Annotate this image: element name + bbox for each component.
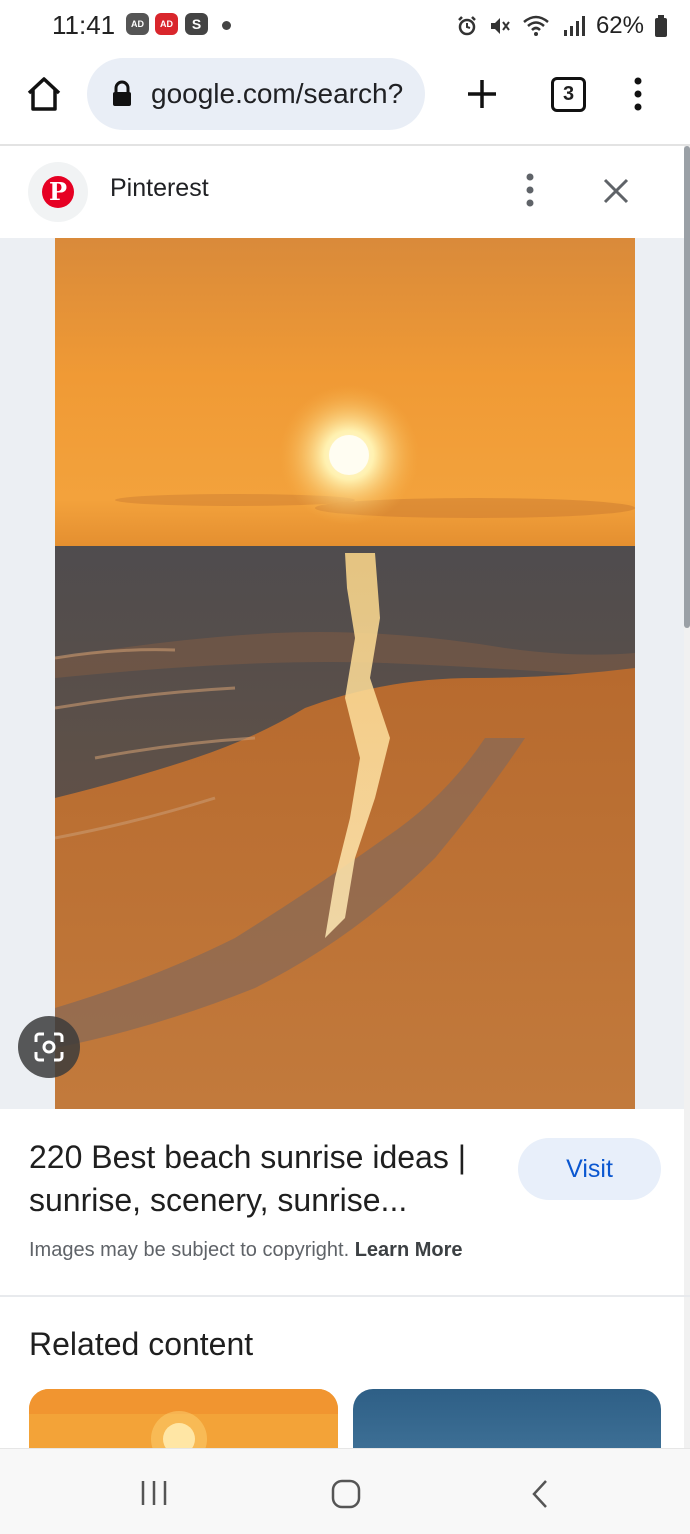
section-divider: [0, 1295, 690, 1297]
address-bar[interactable]: google.com/search?: [87, 58, 425, 130]
system-nav-bar: [0, 1448, 690, 1534]
mute-icon: [490, 18, 510, 34]
lock-icon[interactable]: [111, 80, 133, 108]
home-nav-icon[interactable]: [330, 1478, 362, 1510]
copyright-text: Images may be subject to copyright.: [29, 1239, 350, 1261]
home-icon[interactable]: [24, 74, 64, 114]
ad-alert-icon: AD: [155, 13, 178, 35]
visit-button[interactable]: Visit: [518, 1138, 661, 1200]
scrollbar-thumb[interactable]: [684, 146, 690, 628]
close-icon[interactable]: [602, 177, 630, 205]
result-title[interactable]: 220 Best beach sunrise ideas | sunrise, …: [29, 1136, 499, 1222]
google-lens-button[interactable]: [18, 1016, 80, 1078]
pinterest-avatar[interactable]: P: [28, 162, 88, 222]
source-name[interactable]: Pinterest: [110, 174, 209, 203]
beach-sunrise-image[interactable]: [55, 238, 635, 1109]
lens-icon: [34, 1032, 64, 1062]
related-content-heading: Related content: [29, 1326, 254, 1362]
tab-switcher-button[interactable]: 3: [551, 77, 586, 112]
source-header: P Pinterest: [0, 146, 684, 238]
status-time: 11:41: [52, 10, 116, 40]
signal-icon: [563, 16, 585, 36]
related-thumbnail[interactable]: [353, 1389, 661, 1449]
battery-percentage: 62%: [595, 12, 644, 39]
battery-icon: [655, 15, 667, 37]
related-sunset-image: [29, 1389, 338, 1449]
url-text[interactable]: google.com/search?: [151, 78, 421, 110]
copyright-notice: Images may be subject to copyright. Lear…: [29, 1239, 463, 1262]
menu-kebab-icon[interactable]: [628, 76, 648, 112]
status-icons: 62%: [456, 10, 668, 42]
ad-blocker-icon: AD: [126, 13, 149, 35]
s-app-icon: S: [185, 13, 208, 35]
recent-apps-icon[interactable]: [138, 1479, 170, 1507]
back-icon[interactable]: [528, 1478, 552, 1510]
pinterest-logo-icon: P: [42, 176, 74, 208]
related-thumbnail[interactable]: [29, 1389, 338, 1449]
browser-toolbar: google.com/search? 3: [0, 52, 690, 146]
more-options-icon[interactable]: [520, 172, 540, 208]
status-bar: 11:41 AD AD S 62%: [0, 0, 690, 52]
notification-dot-icon: [222, 21, 231, 30]
new-tab-icon[interactable]: [465, 77, 499, 111]
learn-more-link[interactable]: Learn More: [355, 1239, 463, 1261]
wifi-icon: [523, 15, 549, 36]
sunrise-photo: [55, 238, 635, 1109]
alarm-icon: [458, 16, 476, 36]
